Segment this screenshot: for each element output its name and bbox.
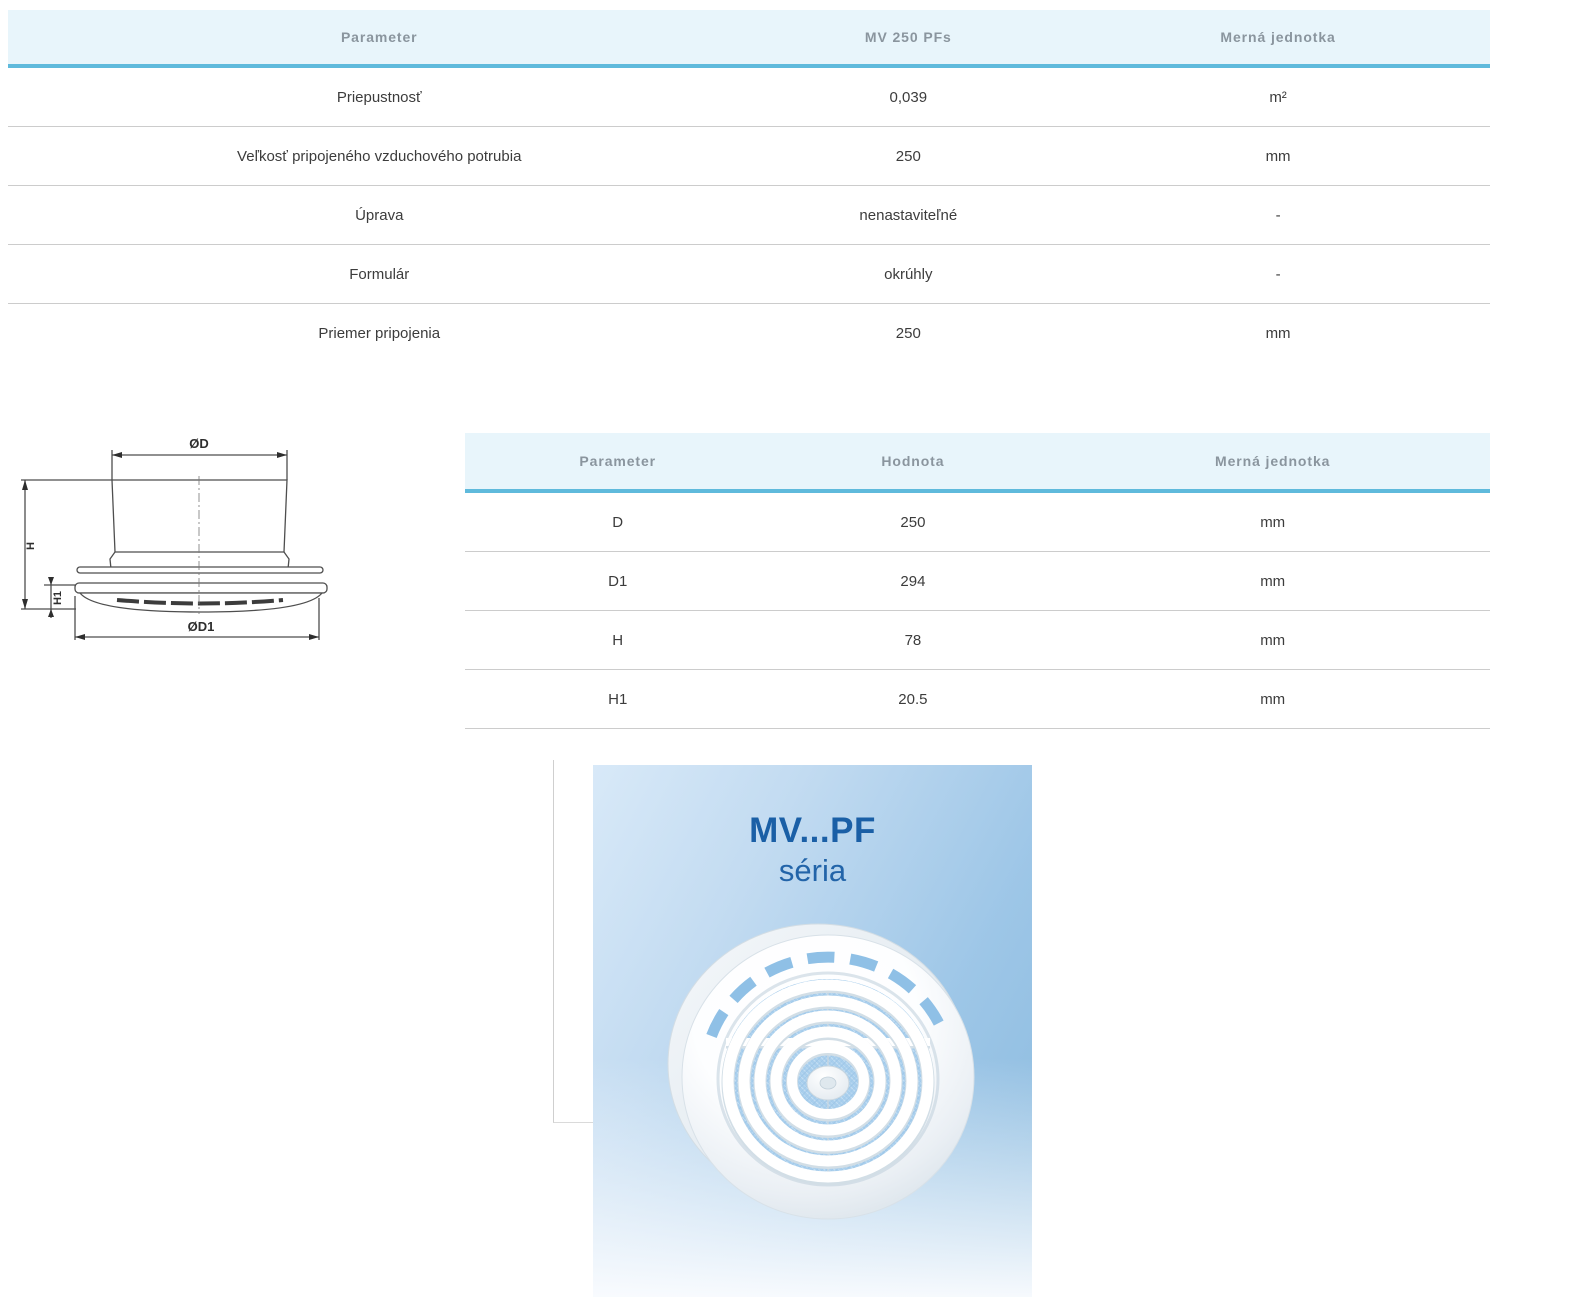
column-header: Parameter — [8, 10, 750, 66]
table-cell: - — [1066, 186, 1490, 245]
table-row: H78mm — [465, 611, 1490, 670]
table-cell: m² — [1066, 66, 1490, 127]
diagram-spigot — [112, 480, 287, 552]
column-header: Parameter — [465, 433, 770, 491]
table-row: Úpravanenastaviteľné- — [8, 186, 1490, 245]
table-cell: Úprava — [8, 186, 750, 245]
table-row: D1294mm — [465, 552, 1490, 611]
table-row: H120.5mm — [465, 670, 1490, 729]
table-cell: 0,039 — [750, 66, 1066, 127]
container-divider — [553, 760, 594, 1123]
diagram-flange — [75, 583, 327, 593]
table-cell: mm — [1066, 127, 1490, 186]
table-cell: mm — [1055, 670, 1490, 729]
table-row: Priepustnosť0,039m² — [8, 66, 1490, 127]
table-cell: mm — [1066, 304, 1490, 363]
dimensions-table: ParameterHodnotaMerná jednotka D250mmD12… — [465, 433, 1490, 729]
diagram-label-h: H — [25, 542, 37, 550]
table-row: D250mm — [465, 491, 1490, 552]
spec-table: ParameterMV 250 PFsMerná jednotka Priepu… — [8, 10, 1490, 362]
table-cell: Veľkosť pripojeného vzduchového potrubia — [8, 127, 750, 186]
dimensions-table-body: D250mmD1294mmH78mmH120.5mm — [465, 491, 1490, 729]
spec-table-body: Priepustnosť0,039m²Veľkosť pripojeného v… — [8, 66, 1490, 362]
column-header: Merná jednotka — [1055, 433, 1490, 491]
spec-table-header: ParameterMV 250 PFsMerná jednotka — [8, 10, 1490, 66]
header-row: ParameterHodnotaMerná jednotka — [465, 433, 1490, 491]
diagram-mounting-bar — [77, 567, 323, 573]
table-row: Veľkosť pripojeného vzduchového potrubia… — [8, 127, 1490, 186]
table-row: Priemer pripojenia250mm — [8, 304, 1490, 363]
table-cell: 20.5 — [770, 670, 1055, 729]
table-cell: okrúhly — [750, 245, 1066, 304]
table-cell: Priemer pripojenia — [8, 304, 750, 363]
diagram-label-h1: H1 — [52, 591, 64, 605]
table-cell: H1 — [465, 670, 770, 729]
table-row: Formulárokrúhly- — [8, 245, 1490, 304]
table-cell: 250 — [750, 304, 1066, 363]
column-header: Hodnota — [770, 433, 1055, 491]
product-image — [593, 765, 1032, 1297]
table-cell: mm — [1055, 552, 1490, 611]
page: ParameterMV 250 PFsMerná jednotka Priepu… — [0, 0, 1586, 1308]
table-cell: Formulár — [8, 245, 750, 304]
table-cell: mm — [1055, 611, 1490, 670]
diagram-label-d1: ØD1 — [188, 619, 215, 634]
table-cell: 294 — [770, 552, 1055, 611]
table-cell: D — [465, 491, 770, 552]
column-header: MV 250 PFs — [750, 10, 1066, 66]
table-cell: Priepustnosť — [8, 66, 750, 127]
header-row: ParameterMV 250 PFsMerná jednotka — [8, 10, 1490, 66]
table-cell: - — [1066, 245, 1490, 304]
table-cell: mm — [1055, 491, 1490, 552]
column-header: Merná jednotka — [1066, 10, 1490, 66]
table-cell: D1 — [465, 552, 770, 611]
table-cell: 78 — [770, 611, 1055, 670]
diagram-label-d: ØD — [189, 436, 209, 451]
dimension-diagram: ØD ØD1 H H1 — [18, 428, 330, 640]
dimensions-table-header: ParameterHodnotaMerná jednotka — [465, 433, 1490, 491]
table-cell: H — [465, 611, 770, 670]
product-card: MV...PF séria — [593, 765, 1032, 1297]
table-cell: nenastaviteľné — [750, 186, 1066, 245]
table-cell: 250 — [770, 491, 1055, 552]
table-cell: 250 — [750, 127, 1066, 186]
